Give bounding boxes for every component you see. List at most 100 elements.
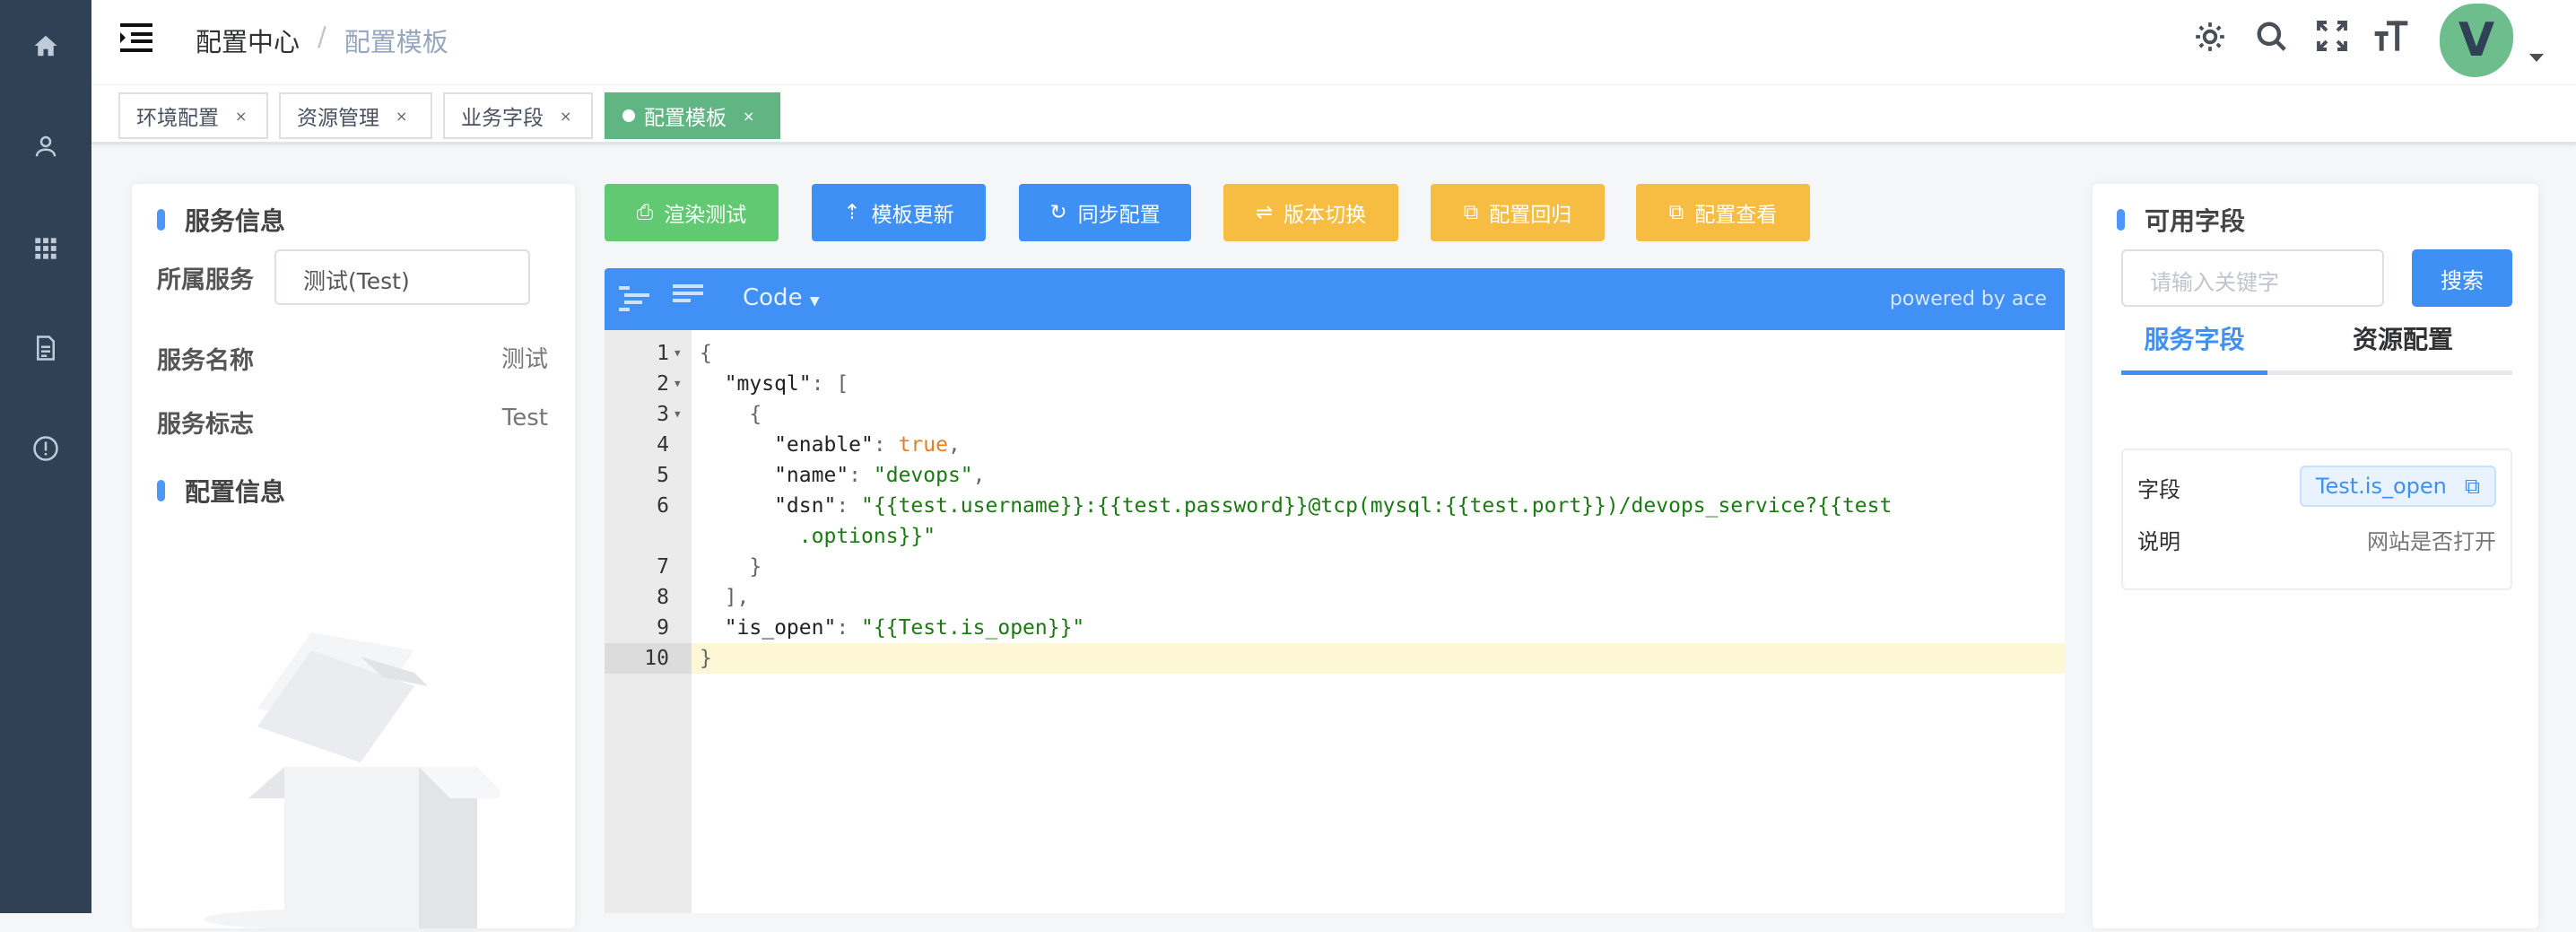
- grid-icon[interactable]: [28, 231, 64, 266]
- line-number: 3: [657, 403, 669, 426]
- code-token: ],: [700, 586, 750, 609]
- service-flag-label: 服务标志: [157, 411, 254, 439]
- config-info-title: 配置信息: [157, 473, 285, 509]
- code-line: 5 "name": "devops",: [605, 460, 2065, 491]
- document-icon[interactable]: [28, 330, 64, 366]
- service-select[interactable]: 测试(Test): [274, 249, 530, 305]
- button-label: 版本切换: [1284, 204, 1367, 227]
- tag-business-field[interactable]: 业务字段 ×: [443, 92, 593, 139]
- service-name-value: 测试: [500, 346, 548, 373]
- compact-icon[interactable]: [673, 284, 703, 313]
- upload-icon: ⇡: [843, 201, 861, 224]
- code-line: 7 }: [605, 552, 2065, 582]
- description-label: 说明: [2137, 529, 2180, 554]
- line-number: 5: [657, 464, 669, 487]
- fullscreen-icon[interactable]: [2316, 20, 2348, 56]
- avatar-letter: V: [2458, 13, 2495, 67]
- line-number: 6: [657, 494, 669, 518]
- search-button[interactable]: 搜索: [2412, 249, 2512, 307]
- keyword-search-input[interactable]: 请输入关键字: [2121, 249, 2384, 307]
- caret-down-icon[interactable]: [2529, 54, 2544, 62]
- avatar[interactable]: V: [2440, 4, 2513, 77]
- code-line: .options}}": [605, 521, 2065, 552]
- render-test-button[interactable]: ⎙ 渲染测试: [605, 184, 779, 241]
- available-fields-title: 可用字段: [2117, 202, 2245, 238]
- field-label: 字段: [2137, 477, 2180, 502]
- font-size-icon[interactable]: [2373, 18, 2409, 57]
- refresh-icon: ↻: [1049, 201, 1067, 224]
- service-info-panel: 服务信息 所属服务 测试(Test) 服务名称 测试 服务标志 Test 配置信…: [132, 184, 575, 930]
- field-tag[interactable]: Test.is_open ⧉: [2299, 466, 2496, 507]
- breadcrumb-item[interactable]: 配置中心: [196, 22, 300, 59]
- line-number: 9: [657, 616, 669, 640]
- line-number: 2: [657, 372, 669, 396]
- code-line: 4 "enable": true,: [605, 430, 2065, 460]
- powered-by-link[interactable]: powered by ace: [1890, 288, 2047, 310]
- top-navbar: 配置中心 / 配置模板 V: [91, 0, 2576, 85]
- code-token: "enable": [700, 433, 874, 457]
- config-icon: ⧉: [1668, 201, 1684, 224]
- code-token: {: [700, 342, 712, 365]
- code-text: }: [700, 552, 761, 582]
- service-flag-value: Test: [501, 405, 548, 431]
- tab-service-fields[interactable]: 服务字段: [2121, 320, 2267, 372]
- template-update-button[interactable]: ⇡ 模板更新: [812, 184, 986, 241]
- mode-label: Code: [743, 284, 803, 311]
- line-number: 1: [657, 342, 669, 365]
- code-text: .options}}": [700, 521, 936, 552]
- hamburger-toggle-icon[interactable]: [120, 23, 152, 56]
- code-token: "{{Test.is_open}}": [861, 616, 1085, 640]
- line-number: 4: [657, 433, 669, 457]
- code-token: "{{test.username}}:{{test.password}}@tcp…: [861, 494, 1893, 518]
- code-token: "devops": [873, 464, 973, 487]
- button-label: 模板更新: [871, 204, 954, 227]
- config-view-button[interactable]: ⧉ 配置查看: [1636, 184, 1810, 241]
- code-line: 3 ▼ {: [605, 399, 2065, 430]
- code-editor[interactable]: Code ▼ powered by ace 1 ▼{2 ▼ "mysql": [3 ▼…: [605, 268, 2065, 913]
- copy-icon[interactable]: ⧉: [2465, 474, 2480, 499]
- config-rollback-button[interactable]: ⧉ 配置回归: [1431, 184, 1605, 241]
- active-dot-icon: [622, 109, 635, 122]
- close-icon[interactable]: ×: [560, 108, 571, 125]
- code-text: }: [700, 643, 712, 674]
- settings-gear-icon[interactable]: [2193, 20, 2227, 57]
- format-icon[interactable]: [619, 286, 649, 317]
- search-icon[interactable]: [2255, 20, 2289, 57]
- code-text: ],: [700, 582, 750, 613]
- code-line: 10}: [605, 643, 2065, 674]
- version-switch-button[interactable]: ⇌ 版本切换: [1223, 184, 1398, 241]
- fold-arrow-icon[interactable]: ▼: [674, 338, 681, 369]
- close-icon[interactable]: ×: [235, 108, 247, 125]
- tag-env-config[interactable]: 环境配置 ×: [118, 92, 268, 139]
- service-name-label: 服务名称: [157, 347, 254, 375]
- tab-resource-config[interactable]: 资源配置: [2353, 320, 2453, 372]
- service-select-value: 测试(Test): [303, 268, 410, 294]
- close-icon[interactable]: ×: [743, 108, 754, 125]
- service-info-title: 服务信息: [157, 202, 285, 238]
- code-token: }: [700, 555, 762, 579]
- available-fields-panel: 可用字段 请输入关键字 搜索 服务字段 资源配置 字段 Test.is_open…: [2093, 184, 2538, 928]
- code-text: {: [700, 399, 761, 430]
- tag-resource-mgmt[interactable]: 资源管理 ×: [279, 92, 432, 139]
- code-line: 6 "dsn": "{{test.username}}:{{test.passw…: [605, 491, 2065, 521]
- breadcrumb-current: 配置模板: [344, 27, 448, 57]
- line-number: 10: [605, 643, 692, 674]
- code-token: "mysql": [700, 372, 812, 396]
- close-icon[interactable]: ×: [396, 108, 407, 125]
- mode-dropdown[interactable]: Code ▼: [743, 284, 820, 311]
- tag-config-template[interactable]: 配置模板 ×: [605, 92, 780, 139]
- code-token: "is_open": [700, 616, 837, 640]
- fold-arrow-icon[interactable]: ▼: [674, 369, 681, 399]
- button-label: 配置回归: [1489, 204, 1572, 227]
- line-number: 8: [657, 586, 669, 609]
- tag-label: 环境配置: [136, 107, 219, 130]
- code-line: 2 ▼ "mysql": [: [605, 369, 2065, 399]
- code-token: "dsn": [700, 494, 837, 518]
- fold-arrow-icon[interactable]: ▼: [674, 399, 681, 430]
- alert-icon[interactable]: [28, 431, 64, 466]
- home-icon[interactable]: [28, 28, 64, 64]
- sync-config-button[interactable]: ↻ 同步配置: [1019, 184, 1191, 241]
- code-token: "name": [700, 464, 849, 487]
- user-icon[interactable]: [28, 128, 64, 164]
- description-value: 网站是否打开: [2367, 529, 2496, 554]
